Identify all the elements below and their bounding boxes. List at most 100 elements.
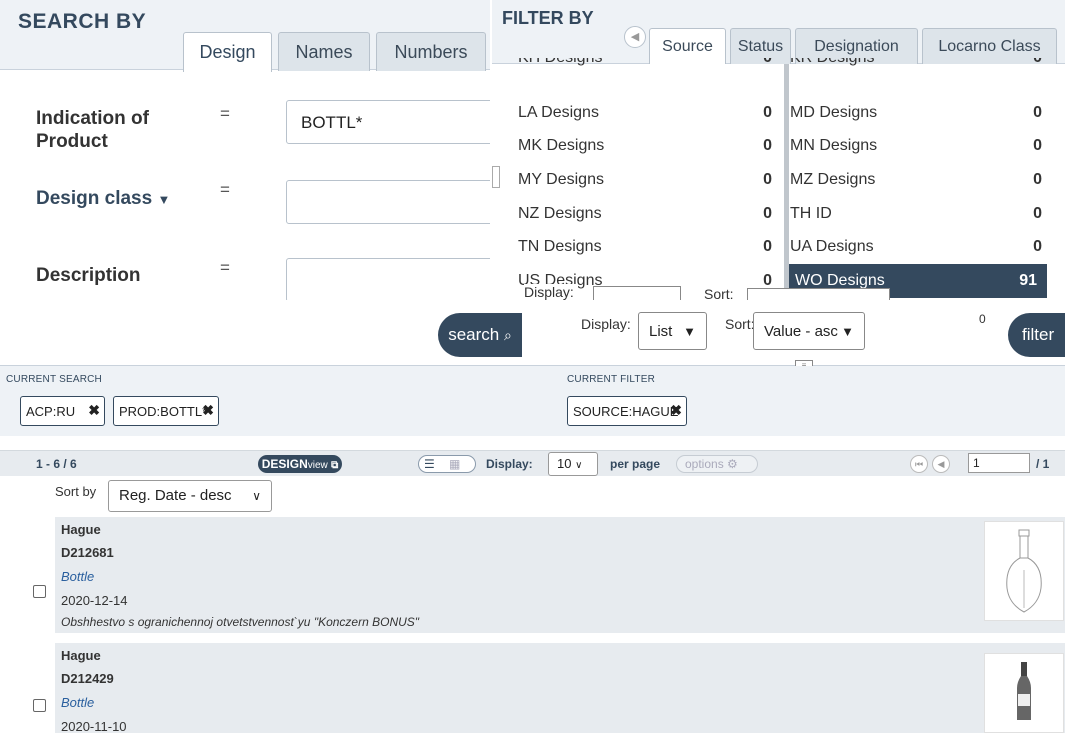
result-thumbnail[interactable] — [984, 521, 1064, 621]
sort-by-select[interactable]: Reg. Date - desc ∨ — [108, 480, 272, 512]
filter-item-ua[interactable]: UA Designs 0 — [790, 230, 1052, 264]
filter-item-label: WO Designs — [795, 272, 885, 289]
search-chip-prod[interactable]: PROD:BOTTL* ✖ — [113, 396, 219, 426]
filter-item-label: LA Designs — [518, 104, 599, 121]
indication-of-product-label: Indication of Product — [36, 108, 149, 152]
sort-label: Sort: — [725, 316, 755, 332]
filter-item-th[interactable]: TH ID 0 — [790, 197, 1052, 231]
prev-page-icon[interactable]: ◀ — [932, 455, 950, 473]
result-id[interactable]: D212681 — [61, 545, 114, 560]
remove-chip-icon[interactable]: ✖ — [670, 395, 682, 425]
result-id[interactable]: D212429 — [61, 671, 114, 686]
design-view-button[interactable]: DESIGNview ⧉ — [258, 455, 342, 473]
filter-item-my[interactable]: MY Designs 0 — [518, 163, 782, 197]
panel-resize-handle[interactable] — [492, 166, 500, 188]
results-toolbar: 1 - 6 / 6 DESIGNview ⧉ ☰ ▦ Display: 10 ∨… — [0, 450, 1065, 476]
result-checkbox[interactable] — [33, 585, 46, 598]
filter-item-count: 0 — [763, 104, 772, 121]
filter-item-mn[interactable]: MN Designs 0 — [790, 129, 1052, 163]
tabs-prev-icon[interactable]: ◀ — [624, 26, 646, 48]
search-chip-acp[interactable]: ACP:RU ✖ — [20, 396, 105, 426]
caret-down-icon: ▼ — [157, 192, 171, 207]
options-label: options — [685, 457, 724, 471]
sort-by-label: Sort by — [55, 484, 97, 499]
filter-item-tn[interactable]: TN Designs 0 — [518, 230, 782, 264]
tab-design[interactable]: Design — [183, 32, 272, 72]
filter-item-count: 0 — [763, 58, 772, 72]
search-by-panel: SEARCH BY Design Names Numbers Indicatio… — [0, 0, 490, 300]
filter-item-kr[interactable]: KR Designs 0 — [790, 58, 1052, 86]
filter-button[interactable]: filter ▼ — [1008, 313, 1065, 387]
filter-item-mk[interactable]: MK Designs 0 — [518, 129, 782, 163]
results-count: 1 - 6 / 6 — [36, 457, 77, 471]
design-class-label[interactable]: Design class ▼ — [36, 188, 170, 210]
filter-item-label: MN Designs — [790, 137, 878, 154]
description-input[interactable] — [286, 258, 490, 300]
filter-item-md[interactable]: MD Designs 0 — [790, 96, 1052, 130]
search-action-bar: search ⌕ — [0, 300, 525, 366]
filter-item-count: 0 — [1033, 205, 1042, 222]
search-button[interactable]: search ⌕ — [438, 313, 522, 357]
indication-of-product-input[interactable]: BOTTL* — [286, 100, 490, 144]
list-view-icon[interactable]: ☰ — [424, 456, 435, 472]
result-product[interactable]: Bottle — [61, 569, 94, 584]
chevron-down-icon: ∨ — [252, 489, 261, 503]
chevron-down-icon: ▼ — [683, 324, 696, 339]
filter-item-label: UA Designs — [790, 238, 874, 255]
result-source: Hague — [61, 648, 101, 663]
filter-item-kh[interactable]: KH Designs 0 — [518, 58, 782, 86]
per-page-label: per page — [610, 457, 661, 471]
design-view-label: DESIGN — [261, 457, 308, 471]
filter-item-label: KR Designs — [790, 58, 874, 66]
current-filter-area: CURRENT FILTER SOURCE:HAGUE ✖ — [525, 366, 1065, 436]
first-page-icon[interactable]: ⏮ — [910, 455, 928, 473]
result-thumbnail[interactable] — [984, 653, 1064, 733]
display-select-value: List — [649, 323, 673, 340]
sort-select-value: Value - asc — [764, 323, 838, 340]
filter-action-bar: Display: List▼ Sort: Value - asc▼ ≡ 0 fi… — [525, 300, 1065, 387]
search-button-label: search — [448, 325, 500, 344]
equals-sign: = — [220, 258, 230, 277]
description-label: Description — [36, 265, 141, 286]
sort-select[interactable]: Value - asc ▼ — [753, 312, 865, 350]
filter-chip-source[interactable]: SOURCE:HAGUE ✖ — [567, 396, 687, 426]
options-button[interactable]: options ⚙ — [676, 455, 758, 473]
filter-item-count: 0 — [1033, 171, 1042, 188]
tab-numbers[interactable]: Numbers — [376, 32, 486, 71]
bottle-image — [1006, 529, 1042, 613]
overlay-sort-label: Sort: — [704, 286, 734, 300]
filter-item-label: TH ID — [790, 205, 832, 222]
result-date: 2020-11-10 — [61, 719, 127, 734]
chevron-down-icon: ▼ — [841, 324, 854, 339]
search-controls: search ⌕ CURRENT SEARCH ACP:RU ✖ PROD:BOT… — [0, 300, 525, 436]
filter-item-count: 0 — [763, 238, 772, 255]
result-item[interactable]: Hague D212681 Bottle 2020-12-14 Obshhest… — [55, 517, 1065, 633]
filter-item-nz[interactable]: NZ Designs 0 — [518, 197, 782, 231]
tab-names[interactable]: Names — [278, 32, 370, 71]
result-checkbox[interactable] — [33, 699, 46, 712]
view-toggle[interactable]: ☰ ▦ — [418, 455, 476, 473]
chip-label: ACP:RU — [26, 404, 76, 419]
page-number-input[interactable]: 1 — [968, 453, 1030, 473]
equals-sign: = — [220, 180, 230, 199]
filter-controls: Display: List▼ Sort: Value - asc▼ ≡ 0 fi… — [525, 300, 1065, 436]
display-select[interactable]: List ▼ — [638, 312, 707, 350]
result-product[interactable]: Bottle — [61, 695, 94, 710]
remove-chip-icon[interactable]: ✖ — [88, 395, 100, 425]
filter-item-mz[interactable]: MZ Designs 0 — [790, 163, 1052, 197]
sort-by-value: Reg. Date - desc — [119, 487, 232, 504]
design-class-input[interactable] — [286, 180, 490, 224]
overlay-sort-select[interactable] — [747, 288, 890, 300]
filter-item-label: TN Designs — [518, 238, 602, 255]
chip-label: SOURCE:HAGUE — [573, 404, 679, 419]
design-class-text: Design class — [36, 188, 153, 209]
per-page-select[interactable]: 10 ∨ — [548, 452, 598, 476]
filter-item-count: 0 — [763, 205, 772, 222]
overlay-display-select[interactable] — [593, 286, 681, 300]
remove-chip-icon[interactable]: ✖ — [202, 395, 214, 425]
filter-item-count: 91 — [1019, 272, 1037, 289]
filter-item-la[interactable]: LA Designs 0 — [518, 96, 782, 130]
grid-view-icon[interactable]: ▦ — [449, 456, 460, 472]
external-link-icon: ⧉ — [331, 460, 339, 471]
result-item[interactable]: Hague D212429 Bottle 2020-11-10 — [55, 643, 1065, 734]
